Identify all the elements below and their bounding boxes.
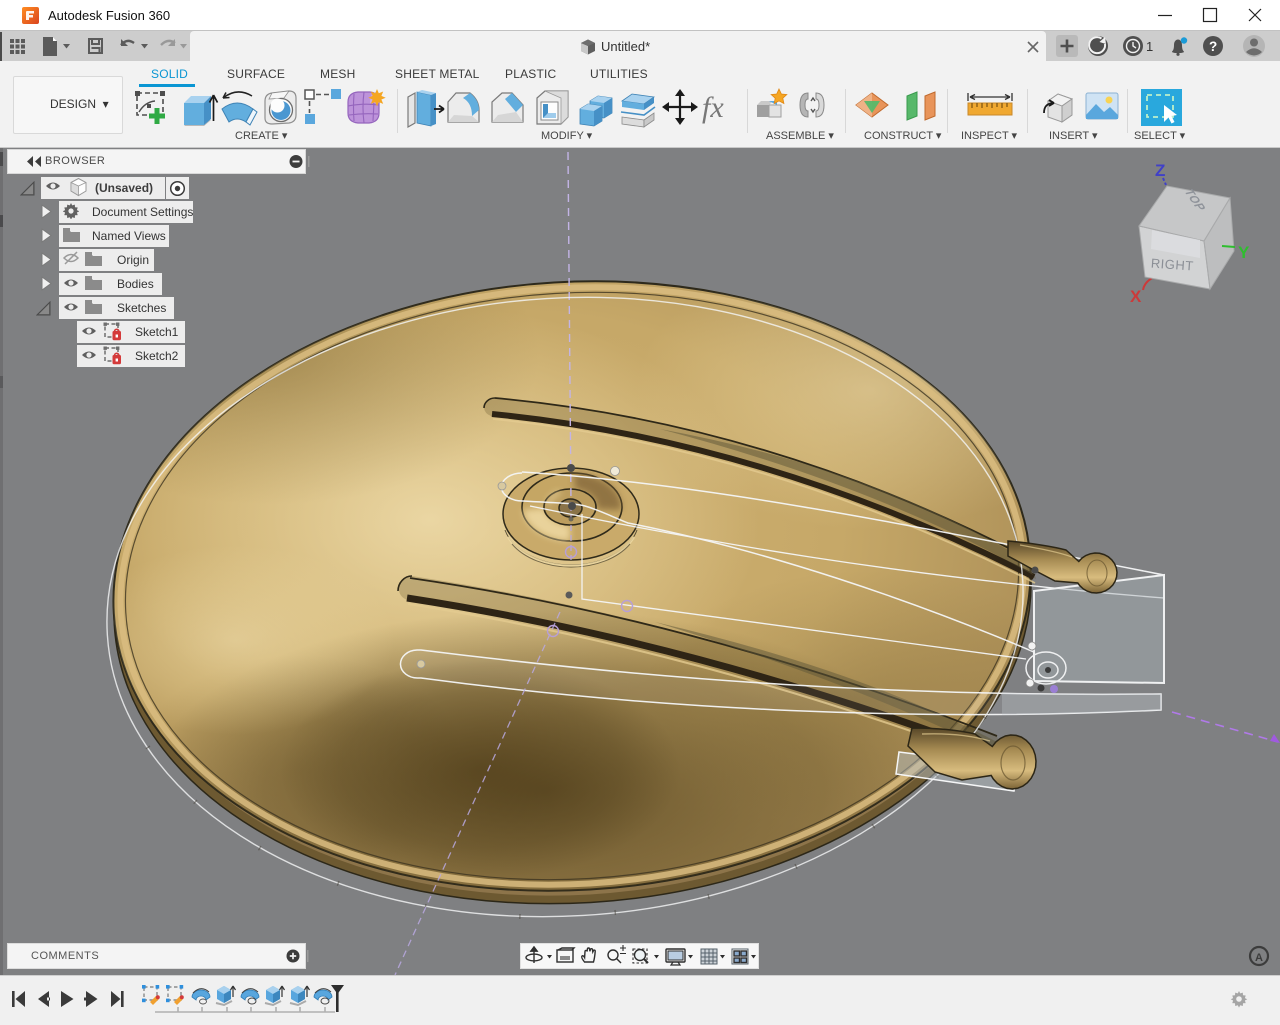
svg-text:Z: Z [1155, 161, 1165, 180]
svg-text:fx: fx [702, 91, 724, 124]
svg-text:Y: Y [1238, 243, 1250, 262]
svg-text:1: 1 [1146, 39, 1153, 54]
svg-text:RIGHT: RIGHT [1150, 256, 1194, 274]
svg-text:A: A [1255, 952, 1263, 964]
svg-text:X: X [1130, 287, 1142, 306]
svg-text:?: ? [1209, 39, 1217, 54]
